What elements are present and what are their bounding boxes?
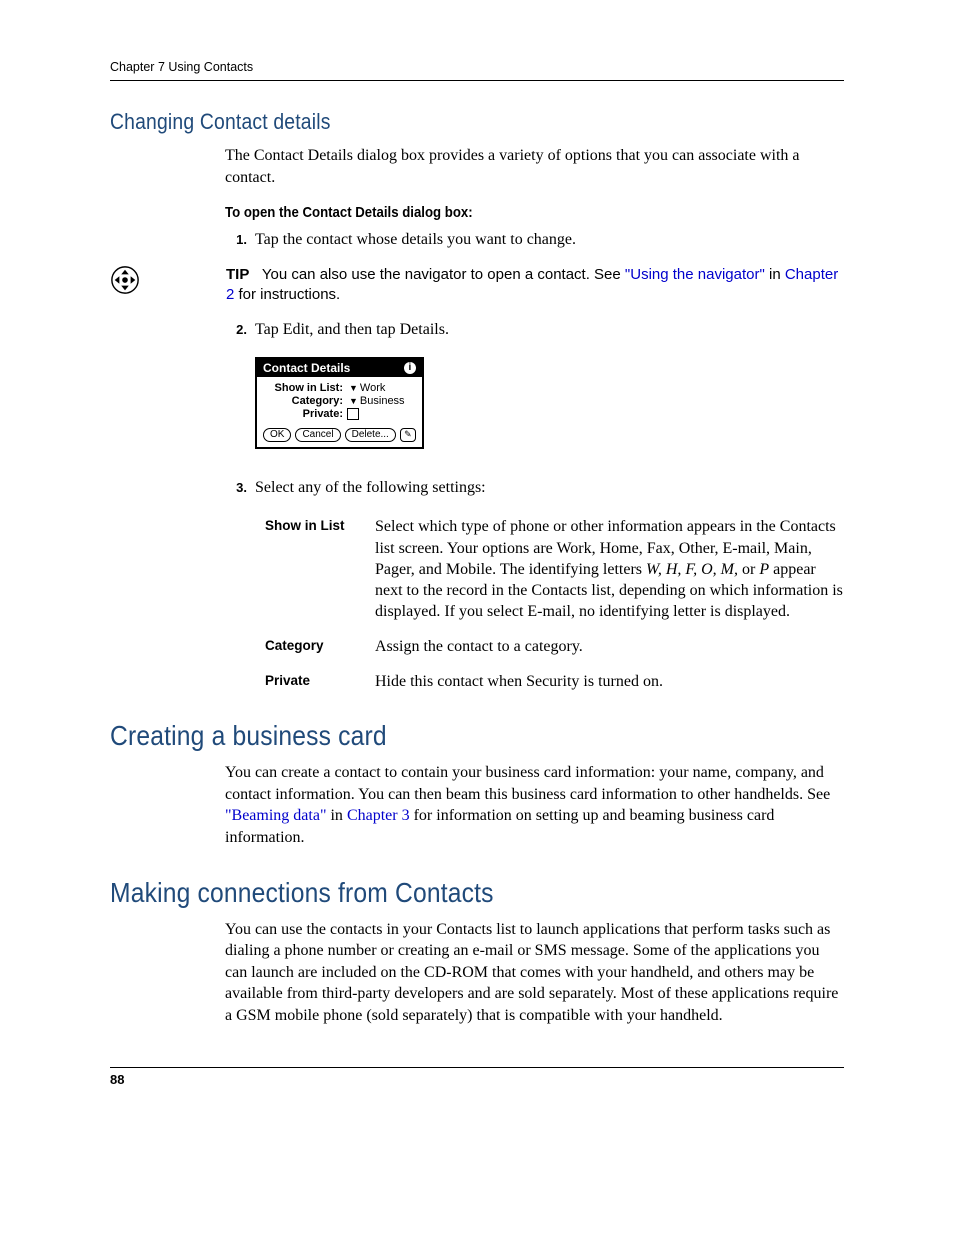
settings-term: Private: [265, 671, 375, 692]
settings-def-italic: P: [759, 561, 769, 578]
settings-def-text: or: [738, 561, 759, 578]
section-heading-business-card: Creating a business card: [110, 720, 756, 752]
tip-text-a: You can also use the navigator to open a…: [262, 266, 625, 283]
dialog-row-show-in-list: Show in List: ▼ Work: [265, 382, 414, 394]
dialog-label: Show in List:: [265, 382, 347, 394]
step-1: 1. Tap the contact whose details you wan…: [225, 229, 844, 251]
settings-definition: Select which type of phone or other info…: [375, 516, 844, 622]
settings-row-show-in-list: Show in List Select which type of phone …: [265, 516, 844, 622]
footer-rule: [110, 1067, 844, 1068]
step-3: 3. Select any of the following settings:: [225, 477, 844, 499]
dropdown-icon: ▼: [347, 396, 360, 406]
para-text: You can create a contact to contain your…: [225, 764, 830, 803]
settings-row-category: Category Assign the contact to a categor…: [265, 636, 844, 657]
dialog-label: Category:: [265, 395, 347, 407]
step-number: 1.: [225, 229, 255, 251]
settings-definition: Hide this contact when Security is turne…: [375, 671, 844, 692]
dialog-row-category: Category: ▼ Business: [265, 395, 414, 407]
settings-term: Show in List: [265, 516, 375, 622]
tip-text: TIP You can also use the navigator to op…: [226, 265, 844, 306]
checkbox-icon: [347, 408, 359, 420]
cancel-button: Cancel: [295, 428, 340, 442]
info-icon: i: [404, 362, 416, 374]
dialog-value: Business: [360, 395, 405, 407]
tip-text-b: in: [765, 266, 785, 283]
para-text: in: [326, 807, 346, 824]
settings-row-private: Private Hide this contact when Security …: [265, 671, 844, 692]
dialog-label: Private:: [265, 408, 347, 420]
link-using-navigator[interactable]: "Using the navigator": [625, 266, 765, 283]
step-text: Tap Edit, and then tap Details.: [255, 319, 844, 341]
procedure-title: To open the Contact Details dialog box:: [225, 204, 770, 221]
settings-definition: Assign the contact to a category.: [375, 636, 844, 657]
step-2: 2. Tap Edit, and then tap Details.: [225, 319, 844, 341]
dialog-button-row: OK Cancel Delete... ✎: [257, 425, 422, 447]
settings-def-italic: W, H, F, O, M,: [646, 561, 738, 578]
ok-button: OK: [263, 428, 291, 442]
step-number: 2.: [225, 319, 255, 341]
section-heading-making-connections: Making connections from Contacts: [110, 877, 756, 909]
tip-label: TIP: [226, 266, 249, 283]
dialog-title-bar: Contact Details i: [257, 359, 422, 377]
section-heading-changing-details: Changing Contact details: [110, 109, 756, 135]
link-beaming-data[interactable]: "Beaming data": [225, 807, 326, 824]
delete-button: Delete...: [345, 428, 396, 442]
navigator-tip-icon: [110, 265, 140, 295]
dialog-value: Work: [360, 382, 385, 394]
settings-table: Show in List Select which type of phone …: [265, 516, 844, 692]
settings-term: Category: [265, 636, 375, 657]
header-rule: [110, 80, 844, 81]
link-chapter-3[interactable]: Chapter 3: [347, 807, 410, 824]
step-number: 3.: [225, 477, 255, 499]
dialog-title-text: Contact Details: [263, 361, 350, 375]
dialog-row-private: Private:: [265, 408, 414, 420]
business-card-paragraph: You can create a contact to contain your…: [225, 762, 844, 848]
page-number: 88: [110, 1072, 844, 1087]
step-text: Tap the contact whose details you want t…: [255, 229, 844, 251]
note-icon: ✎: [400, 428, 416, 442]
connections-paragraph: You can use the contacts in your Contact…: [225, 919, 844, 1027]
tip-text-c: for instructions.: [234, 286, 340, 303]
tip-block: TIP You can also use the navigator to op…: [110, 265, 844, 306]
dropdown-icon: ▼: [347, 383, 360, 393]
page-footer: 88: [110, 1067, 844, 1087]
step-text: Select any of the following settings:: [255, 477, 844, 499]
running-header: Chapter 7 Using Contacts: [110, 60, 844, 74]
contact-details-dialog: Contact Details i Show in List: ▼ Work C…: [255, 357, 424, 449]
intro-paragraph: The Contact Details dialog box provides …: [225, 145, 844, 188]
